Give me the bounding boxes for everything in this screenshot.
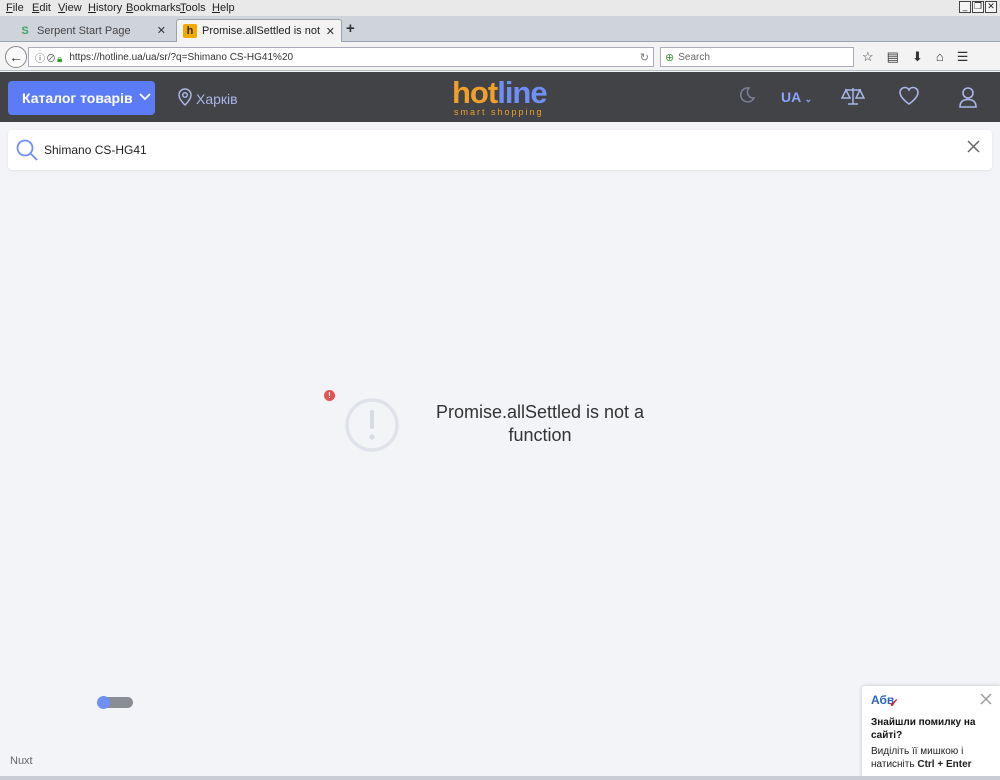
feedback-shortcut: Ctrl + Enter: [917, 759, 972, 770]
logo-hot: hot: [452, 75, 498, 110]
dark-mode-moon-icon[interactable]: [738, 86, 756, 109]
clear-search-icon[interactable]: [967, 140, 980, 158]
favorites-heart-icon[interactable]: [898, 86, 920, 111]
download-icon[interactable]: ⬇: [912, 49, 923, 65]
close-icon[interactable]: [980, 692, 992, 709]
toolbar-icons: ☆ ▤ ⬇ ⌂ ☰: [862, 49, 968, 65]
lang-label: UA: [781, 89, 801, 105]
site-header: Каталог товарів Харків hotline smart sho…: [0, 72, 1000, 122]
reload-icon[interactable]: ↻: [640, 51, 649, 64]
close-tab-icon[interactable]: ✕: [157, 24, 166, 37]
minimize-icon[interactable]: _: [959, 1, 971, 13]
new-tab-button[interactable]: +: [346, 20, 355, 37]
hotline-logo[interactable]: hotline smart shopping: [452, 75, 562, 119]
bookmark-star-icon[interactable]: ☆: [862, 49, 874, 65]
tab-label: Serpent Start Page: [37, 24, 131, 37]
browser-tabbar: S Serpent Start Page ✕ h Promise.allSett…: [0, 16, 1000, 42]
logo-tagline: smart shopping: [454, 107, 544, 117]
checkmark-icon: ✓: [889, 696, 900, 710]
menu-tools[interactable]: Tools: [180, 2, 206, 14]
back-button[interactable]: ←: [5, 46, 27, 68]
window-controls: _ ❐ ✕: [959, 1, 997, 13]
typo-report-widget: Абв ✓ Знайшли помилку на сайті? Виділіть…: [862, 686, 1000, 780]
search-icon[interactable]: [15, 138, 39, 167]
error-indicator-icon: !: [324, 390, 335, 401]
toggle-knob: [97, 696, 110, 709]
menu-history[interactable]: History: [88, 2, 122, 14]
catalog-label: Каталог товарів: [22, 90, 133, 106]
feedback-text: Виділіть її мишкою і натисніть Ctrl + En…: [871, 745, 995, 771]
url-bar[interactable]: ⓘ⊘🔒︎ https://hotline.ua/ua/sr/?q=Shimano…: [28, 47, 654, 67]
user-profile-icon[interactable]: [958, 86, 978, 113]
language-selector[interactable]: UA ⌄: [781, 89, 812, 105]
site-info-icon[interactable]: ⓘ⊘🔒︎: [35, 50, 63, 65]
nuxt-label: Nuxt: [10, 755, 33, 767]
menu-edit[interactable]: Edit: [32, 2, 51, 14]
hotline-favicon: h: [183, 24, 197, 38]
menu-file[interactable]: File: [6, 2, 24, 14]
bottom-divider: [0, 776, 1000, 780]
close-tab-icon[interactable]: ✕: [326, 25, 335, 38]
theme-toggle-switch[interactable]: [97, 696, 133, 709]
reading-list-icon[interactable]: ▤: [887, 49, 899, 65]
location-pin-icon: [178, 88, 192, 109]
logo-line: line: [497, 75, 547, 110]
close-window-icon[interactable]: ✕: [985, 1, 997, 13]
catalog-button[interactable]: Каталог товарів: [8, 81, 155, 115]
serpent-icon: S: [21, 24, 29, 37]
tab-serpent-start[interactable]: S Serpent Start Page ✕: [12, 19, 172, 42]
home-icon[interactable]: ⌂: [936, 49, 944, 65]
feedback-title: Знайшли помилку на сайті?: [871, 717, 976, 741]
city-selector[interactable]: Харків: [178, 88, 238, 109]
search-placeholder: Search: [678, 51, 710, 63]
chevron-down-icon: [138, 92, 151, 104]
search-input[interactable]: Shimano CS-HG41: [44, 143, 147, 157]
menu-view[interactable]: View: [58, 2, 82, 14]
compare-scales-icon[interactable]: [840, 86, 866, 111]
restore-icon[interactable]: ❐: [972, 1, 984, 13]
browser-menubar: File Edit View History Bookmarks Tools H…: [0, 0, 1000, 16]
tab-label: Promise.allSettled is not a functio: [202, 25, 322, 37]
browser-navbar: ← ⓘ⊘🔒︎ https://hotline.ua/ua/sr/?q=Shima…: [0, 43, 1000, 71]
error-exclamation-icon: [345, 398, 399, 457]
city-label: Харків: [196, 90, 238, 107]
menu-help[interactable]: Help: [212, 2, 235, 14]
menu-bookmarks[interactable]: Bookmarks: [126, 2, 181, 14]
hamburger-menu-icon[interactable]: ☰: [957, 49, 969, 65]
chevron-down-icon: ⌄: [804, 94, 813, 104]
url-text[interactable]: https://hotline.ua/ua/sr/?q=Shimano CS-H…: [69, 52, 293, 63]
search-engine-icon: ⊕: [665, 51, 675, 64]
lock-icon: 🔒︎: [57, 53, 64, 65]
product-search-field[interactable]: Shimano CS-HG41: [8, 130, 992, 170]
browser-search-input[interactable]: ⊕ Search: [660, 47, 854, 67]
tab-hotline[interactable]: h Promise.allSettled is not a functio ✕: [176, 19, 342, 42]
error-message: Promise.allSettled is not a function: [435, 402, 645, 445]
